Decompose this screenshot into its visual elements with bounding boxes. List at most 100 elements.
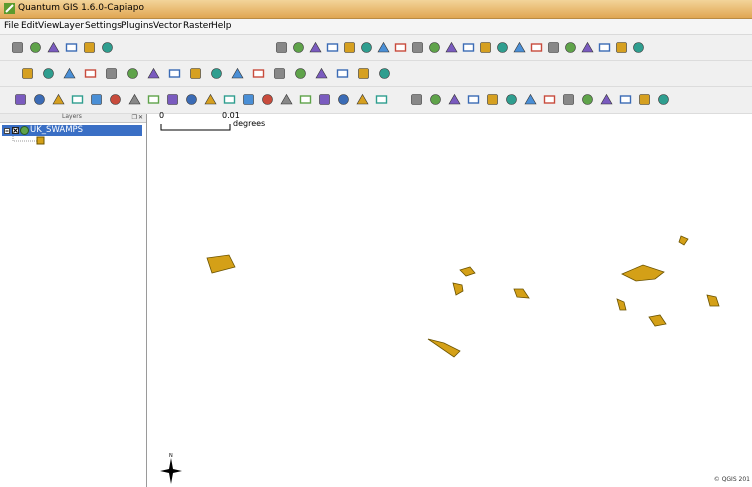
- menu-view[interactable]: View: [38, 21, 59, 31]
- pan-map-icon[interactable]: [231, 67, 244, 80]
- label-show-icon[interactable]: [505, 93, 518, 106]
- layer-properties-icon[interactable]: [562, 93, 575, 106]
- table-icon[interactable]: [84, 67, 97, 80]
- add-raster-icon[interactable]: [394, 41, 407, 54]
- menu-raster[interactable]: Raster: [183, 21, 212, 31]
- grass-icon[interactable]: [615, 41, 628, 54]
- zoom-selection-icon[interactable]: [315, 67, 328, 80]
- menu-edit[interactable]: Edit: [21, 21, 38, 31]
- raster-info-icon[interactable]: [581, 93, 594, 106]
- plugin-manager-icon[interactable]: [619, 93, 632, 106]
- cut-features-icon[interactable]: [109, 93, 122, 106]
- print-composer-icon[interactable]: [83, 41, 96, 54]
- bookmark-icon[interactable]: [147, 67, 160, 80]
- zoom-out-map-icon[interactable]: [273, 67, 286, 80]
- redo-icon[interactable]: [185, 93, 198, 106]
- measure-icon[interactable]: [496, 41, 509, 54]
- new-project-icon[interactable]: [11, 41, 24, 54]
- georef-icon[interactable]: [638, 93, 651, 106]
- label-change-icon[interactable]: [467, 93, 480, 106]
- new-vector-icon[interactable]: [360, 41, 373, 54]
- vector-layer-icon: [20, 126, 29, 135]
- label-pin-icon[interactable]: [486, 93, 499, 106]
- rotate-point-icon[interactable]: [356, 93, 369, 106]
- gps-icon[interactable]: [598, 41, 611, 54]
- zoom-out-icon[interactable]: [309, 41, 322, 54]
- plugin-icon[interactable]: [21, 67, 34, 80]
- fTools-icon[interactable]: [657, 93, 670, 106]
- merge-features-icon[interactable]: [337, 93, 350, 106]
- add-spatialite-icon[interactable]: [428, 41, 441, 54]
- paste-features-icon[interactable]: [147, 93, 160, 106]
- vector-info-icon[interactable]: [600, 93, 613, 106]
- save-layer-edits-icon[interactable]: [33, 93, 46, 106]
- zoom-full-map-icon[interactable]: [294, 67, 307, 80]
- delete-part-icon[interactable]: [280, 93, 293, 106]
- delete-selected-icon[interactable]: [90, 93, 103, 106]
- save-edits-icon[interactable]: [564, 41, 577, 54]
- move-feature-icon[interactable]: [52, 93, 65, 106]
- select-icon[interactable]: [530, 41, 543, 54]
- delete-ring-icon[interactable]: [261, 93, 274, 106]
- menu-file[interactable]: File: [4, 21, 19, 31]
- add-vector-icon[interactable]: [377, 41, 390, 54]
- collapse-icon[interactable]: [4, 128, 10, 134]
- deselect-icon[interactable]: [63, 67, 76, 80]
- label-highlight-icon[interactable]: [524, 93, 537, 106]
- identify-icon[interactable]: [479, 41, 492, 54]
- select-feature-icon[interactable]: [210, 67, 223, 80]
- menu-vector[interactable]: Vector: [153, 21, 182, 31]
- tips-icon[interactable]: [547, 41, 560, 54]
- new-bookmark-icon[interactable]: [168, 67, 181, 80]
- attribute-table-icon[interactable]: [42, 67, 55, 80]
- offset-curve-icon[interactable]: [375, 93, 388, 106]
- swamp-polygon: [206, 254, 236, 274]
- toggle-edit-icon[interactable]: [14, 93, 27, 106]
- node-tool-icon[interactable]: [71, 93, 84, 106]
- pan-icon[interactable]: [275, 41, 288, 54]
- annotation-icon[interactable]: [513, 41, 526, 54]
- measure-line-icon[interactable]: [189, 67, 202, 80]
- add-ring-icon[interactable]: [223, 93, 236, 106]
- copy-features-icon[interactable]: [128, 93, 141, 106]
- reshape-icon[interactable]: [299, 93, 312, 106]
- layers-panel: Layers ❐✕ UK_SWAMPS: [0, 113, 147, 487]
- add-wfs-icon[interactable]: [462, 41, 475, 54]
- zoom-in-icon[interactable]: [292, 41, 305, 54]
- panel-float-close-buttons[interactable]: ❐✕: [132, 114, 144, 121]
- map-tips-icon[interactable]: [126, 67, 139, 80]
- map-canvas[interactable]: 0 0.01 degrees N © QGIS 201: [150, 111, 752, 487]
- simplify-icon[interactable]: [204, 93, 217, 106]
- add-postgis-icon[interactable]: [411, 41, 424, 54]
- save-project-icon[interactable]: [47, 41, 60, 54]
- menu-help[interactable]: Help: [211, 21, 232, 31]
- open-project-icon[interactable]: [29, 41, 42, 54]
- zoom-full-icon[interactable]: [326, 41, 339, 54]
- label-rotate-icon[interactable]: [448, 93, 461, 106]
- print-icon[interactable]: [101, 41, 114, 54]
- menu-layer[interactable]: Layer: [59, 21, 84, 31]
- calculator-icon[interactable]: [105, 67, 118, 80]
- python-icon[interactable]: [632, 41, 645, 54]
- diagram-icon[interactable]: [543, 93, 556, 106]
- label-move-icon[interactable]: [429, 93, 442, 106]
- swamp-polygon: [648, 314, 667, 327]
- layer-item-uk-swamps[interactable]: UK_SWAMPS: [2, 125, 142, 136]
- zoom-layer-icon[interactable]: [343, 41, 356, 54]
- add-wms-icon[interactable]: [445, 41, 458, 54]
- zoom-layer-map-icon[interactable]: [336, 67, 349, 80]
- zoom-last-icon[interactable]: [357, 67, 370, 80]
- zoom-in-map-icon[interactable]: [252, 67, 265, 80]
- visibility-checkbox[interactable]: [12, 127, 19, 134]
- refresh-icon[interactable]: [378, 67, 391, 80]
- add-csv-icon[interactable]: [581, 41, 594, 54]
- save-as-icon[interactable]: [65, 41, 78, 54]
- add-part-icon[interactable]: [242, 93, 255, 106]
- label-icon[interactable]: [410, 93, 423, 106]
- digitizing-toolbar: [0, 87, 752, 114]
- undo-icon[interactable]: [166, 93, 179, 106]
- menu-bar: File Edit View Layer Settings Plugins Ve…: [0, 19, 752, 35]
- split-features-icon[interactable]: [318, 93, 331, 106]
- menu-plugins[interactable]: Plugins: [121, 21, 153, 31]
- menu-settings[interactable]: Settings: [85, 21, 122, 31]
